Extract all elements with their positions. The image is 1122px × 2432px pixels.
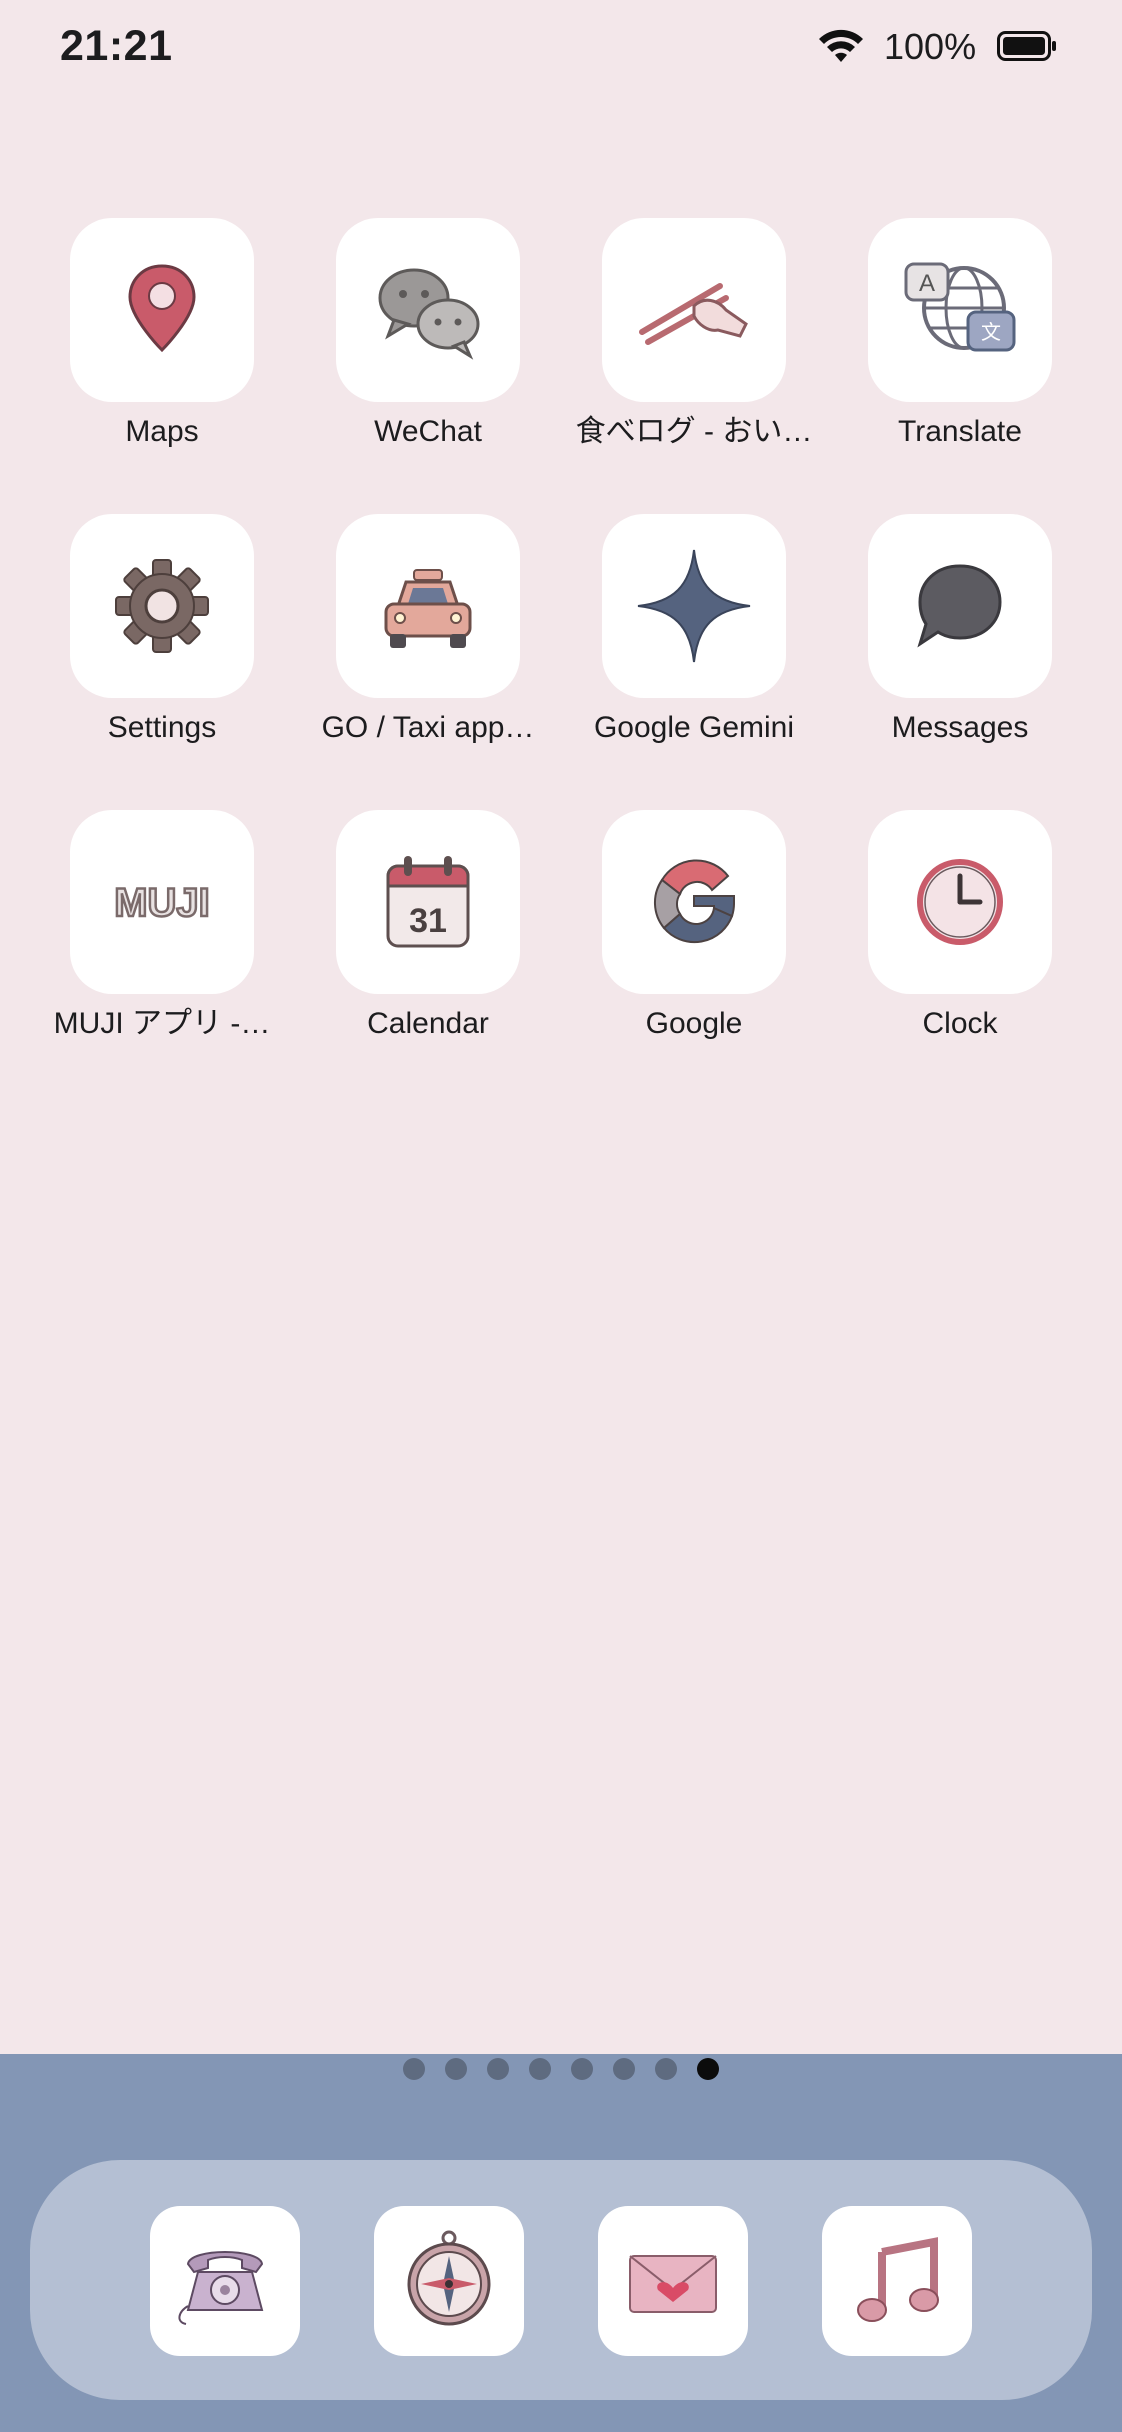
page-dot[interactable] [529, 2058, 551, 2080]
calendar-icon: 31 [386, 856, 470, 948]
app-clock[interactable]: Clock [840, 810, 1080, 1044]
app-tile[interactable] [868, 810, 1052, 994]
taxi-icon [384, 569, 472, 648]
app-label: GO / Taxi app… [321, 711, 535, 744]
wifi-icon [819, 29, 863, 62]
page-dot-active[interactable] [697, 2058, 719, 2080]
app-label: Maps [125, 415, 199, 448]
app-label: Google [645, 1007, 743, 1040]
dock-app-mail[interactable] [598, 2206, 748, 2356]
app-tile[interactable] [868, 514, 1052, 698]
compass-icon [407, 2230, 491, 2326]
app-label: WeChat [374, 415, 482, 448]
page-indicator[interactable] [0, 2058, 1122, 2082]
app-label: 食べログ - おい… [575, 415, 813, 448]
svg-text:A: A [919, 270, 935, 297]
chat-bubbles-icon [378, 268, 480, 360]
app-tile[interactable] [70, 218, 254, 402]
app-maps[interactable]: Maps [42, 218, 282, 452]
gear-icon [115, 559, 209, 653]
muji-logo-text: MUJI [114, 881, 210, 925]
app-label: Messages [891, 711, 1029, 744]
status-time: 21:21 [60, 22, 173, 70]
message-bubble-icon [917, 564, 1002, 648]
page-dot[interactable] [445, 2058, 467, 2080]
app-google[interactable]: Google [574, 810, 814, 1044]
app-tile[interactable]: A 文 [868, 218, 1052, 402]
app-wechat[interactable]: WeChat [308, 218, 548, 452]
app-calendar[interactable]: 31 Calendar [308, 810, 548, 1044]
dock-app-music[interactable] [822, 2206, 972, 2356]
app-tile[interactable] [602, 810, 786, 994]
music-icon [857, 2237, 939, 2322]
app-translate[interactable]: A 文 Translate [840, 218, 1080, 452]
page-dot[interactable] [403, 2058, 425, 2080]
muji-logo-icon: MUJI [113, 880, 211, 927]
app-tile[interactable] [336, 218, 520, 402]
map-pin-icon [128, 264, 196, 353]
phone-icon [178, 2251, 264, 2325]
app-tile[interactable] [70, 514, 254, 698]
app-tile[interactable]: MUJI [70, 810, 254, 994]
page-dot[interactable] [487, 2058, 509, 2080]
dock-app-phone[interactable] [150, 2206, 300, 2356]
app-tabelog[interactable]: 食べログ - おい… [574, 218, 814, 452]
app-go-taxi[interactable]: GO / Taxi app… [308, 514, 548, 748]
app-label: Settings [107, 711, 217, 744]
mail-icon [629, 2255, 717, 2313]
chopsticks-icon [639, 283, 748, 345]
app-tile[interactable] [602, 514, 786, 698]
app-label: Clock [922, 1007, 998, 1040]
app-tile[interactable] [602, 218, 786, 402]
clock-icon [917, 859, 1003, 945]
google-g-icon [653, 859, 735, 944]
page-dot[interactable] [571, 2058, 593, 2080]
app-google-gemini[interactable]: Google Gemini [574, 514, 814, 748]
app-settings[interactable]: Settings [42, 514, 282, 748]
app-messages[interactable]: Messages [840, 514, 1080, 748]
app-tile[interactable]: 31 [336, 810, 520, 994]
app-tile[interactable] [336, 514, 520, 698]
app-label: MUJI アプリ -… [53, 1007, 271, 1040]
app-muji[interactable]: MUJI MUJI アプリ -… [42, 810, 282, 1044]
svg-text:文: 文 [981, 320, 1001, 344]
app-label: Calendar [367, 1007, 489, 1040]
app-label: Google Gemini [593, 711, 795, 744]
globe-translate-icon: A 文 [904, 262, 1016, 352]
status-bar: 21:21 100% [0, 0, 1122, 100]
app-label: Translate [898, 415, 1022, 448]
page-dot[interactable] [655, 2058, 677, 2080]
sparkle-icon [637, 549, 751, 663]
battery-icon [997, 31, 1056, 61]
calendar-date: 31 [409, 902, 447, 940]
battery-percent: 100% [884, 26, 977, 67]
dock-app-compass[interactable] [374, 2206, 524, 2356]
page-dot[interactable] [613, 2058, 635, 2080]
